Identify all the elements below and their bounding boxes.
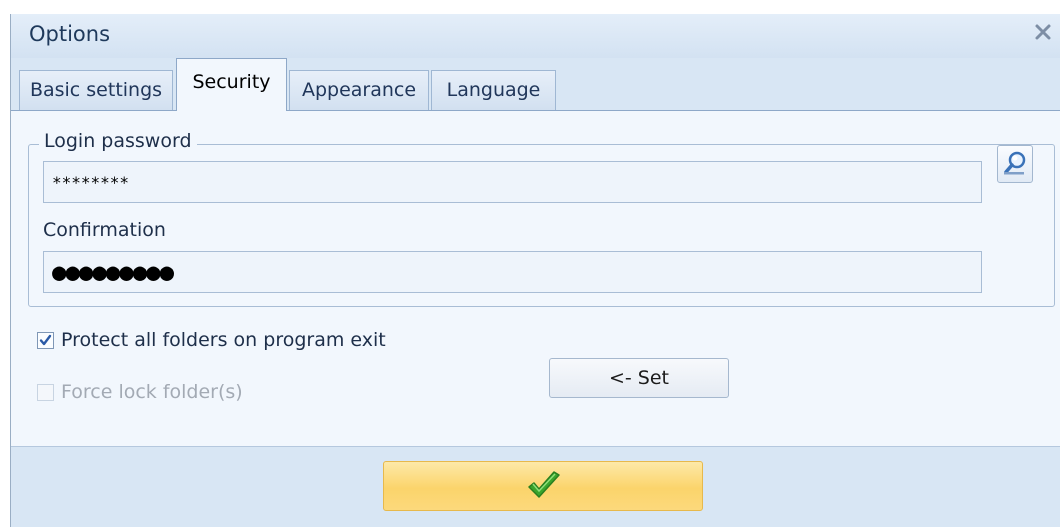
protect-folders-checkbox[interactable] xyxy=(37,332,54,349)
security-panel: Login password Confirmation Protect all … xyxy=(11,110,1060,447)
tab-language[interactable]: Language xyxy=(431,70,556,110)
confirmation-field[interactable] xyxy=(43,251,982,293)
protect-folders-label[interactable]: Protect all folders on program exit xyxy=(61,329,386,351)
set-button[interactable]: <- Set xyxy=(549,358,729,398)
close-icon[interactable] xyxy=(1031,20,1055,44)
reveal-password-button[interactable] xyxy=(997,145,1033,183)
confirmation-label: Confirmation xyxy=(43,219,166,241)
login-password-field[interactable] xyxy=(43,161,982,203)
checkmark-tick-icon xyxy=(39,334,52,346)
ok-button[interactable] xyxy=(383,461,703,511)
tab-basic-settings[interactable]: Basic settings xyxy=(19,70,173,110)
checkmark-icon xyxy=(528,471,560,498)
title-bar: Options xyxy=(11,14,1060,58)
tab-security[interactable]: Security xyxy=(176,58,287,111)
options-window: Options Basic settings Security Appearan… xyxy=(10,14,1060,527)
force-lock-checkbox[interactable] xyxy=(37,384,54,401)
tab-strip: Basic settings Security Appearance Langu… xyxy=(11,58,1060,113)
magnifier-icon xyxy=(1004,151,1026,175)
force-lock-label: Force lock folder(s) xyxy=(61,381,243,403)
window-title: Options xyxy=(29,22,111,46)
tab-appearance[interactable]: Appearance xyxy=(289,70,429,110)
login-password-label: Login password xyxy=(39,130,197,152)
